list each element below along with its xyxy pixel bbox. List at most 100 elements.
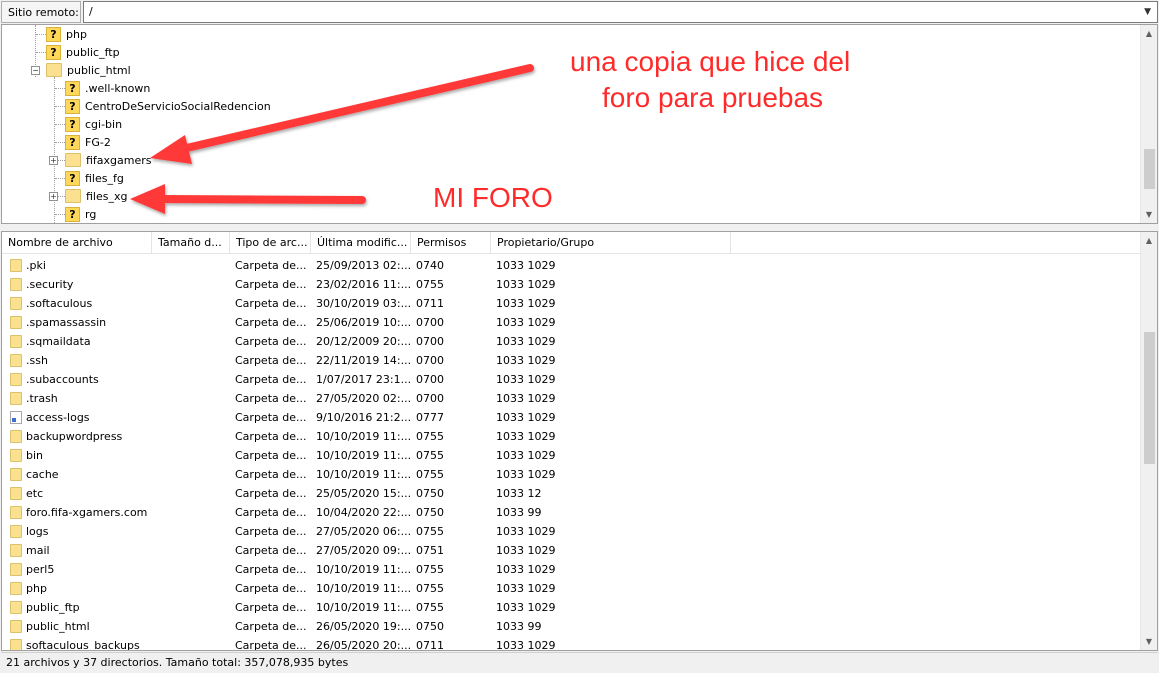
filename-text: public_ftp	[26, 601, 80, 614]
annotation-copy-line1: una copia que hice del	[570, 46, 851, 77]
cell-owner: 1033 1029	[496, 639, 556, 651]
cell-owner: 1033 1029	[496, 430, 556, 443]
cell-type: Carpeta de...	[235, 639, 307, 651]
cell-permissions: 0750	[416, 620, 444, 633]
folder-icon	[10, 392, 22, 405]
column-header-filename[interactable]: Nombre de archivo	[2, 232, 152, 254]
filename-text: .security	[26, 278, 74, 291]
filename-text: logs	[26, 525, 49, 538]
table-row[interactable]: .sqmaildata Carpeta de... 20/12/2009 20:..…	[2, 332, 1142, 351]
cell-owner: 1033 1029	[496, 601, 556, 614]
table-row[interactable]: logs Carpeta de... 27/05/2020 06:... 0755 10…	[2, 522, 1142, 541]
remote-file-list[interactable]: Nombre de archivo Tamaño d... Tipo de ar…	[1, 231, 1158, 651]
folder-icon	[10, 316, 22, 329]
cell-permissions: 0700	[416, 316, 444, 329]
column-header-size[interactable]: Tamaño d...	[152, 232, 230, 254]
folder-icon	[10, 354, 22, 367]
filename-text: .softaculous	[26, 297, 93, 310]
table-row[interactable]: .spamassassin Carpeta de... 25/06/2019 10:…	[2, 313, 1142, 332]
table-row[interactable]: bin Carpeta de... 10/10/2019 11:... 0755 103…	[2, 446, 1142, 465]
cell-filename: softaculous_backups	[2, 639, 152, 651]
table-row[interactable]: .softaculous Carpeta de... 30/10/2019 03:.…	[2, 294, 1142, 313]
cell-type: Carpeta de...	[235, 316, 307, 329]
cell-filename: .spamassassin	[2, 316, 152, 329]
file-list-scrollbar-thumb[interactable]	[1144, 332, 1155, 464]
folder-icon	[10, 506, 22, 519]
table-row[interactable]: foro.fifa-xgamers.com Carpeta de... 10/04/…	[2, 503, 1142, 522]
table-row[interactable]: public_ftp Carpeta de... 10/10/2019 11:...…	[2, 598, 1142, 617]
cell-filename: cache	[2, 468, 152, 481]
folder-icon	[10, 335, 22, 348]
filename-text: foro.fifa-xgamers.com	[26, 506, 148, 519]
file-list-scrollbar[interactable]: ▲ ▼	[1140, 232, 1157, 650]
folder-icon	[10, 601, 22, 614]
folder-icon	[10, 544, 22, 557]
cell-type: Carpeta de...	[235, 354, 307, 367]
cell-owner: 1033 99	[496, 620, 542, 633]
cell-filename: public_ftp	[2, 601, 152, 614]
table-row[interactable]: php Carpeta de... 10/10/2019 11:... 0755 103…	[2, 579, 1142, 598]
table-row[interactable]: mail Carpeta de... 27/05/2020 09:... 0751 10…	[2, 541, 1142, 560]
table-row[interactable]: .subaccounts Carpeta de... 1/07/2017 23:1.…	[2, 370, 1142, 389]
column-header-owner[interactable]: Propietario/Grupo	[491, 232, 731, 254]
table-row[interactable]: backupwordpress Carpeta de... 10/10/2019 1…	[2, 427, 1142, 446]
filename-text: mail	[26, 544, 50, 557]
scroll-up-icon[interactable]: ▲	[1141, 232, 1157, 249]
table-row[interactable]: .ssh Carpeta de... 22/11/2019 14:... 0700 10…	[2, 351, 1142, 370]
cell-filename: .ssh	[2, 354, 152, 367]
cell-permissions: 0700	[416, 354, 444, 367]
table-row[interactable]: perl5 Carpeta de... 10/10/2019 11:... 0755 1…	[2, 560, 1142, 579]
annotation-copy-line2: foro para pruebas	[602, 82, 824, 113]
cell-owner: 1033 1029	[496, 411, 556, 424]
table-row[interactable]: .trash Carpeta de... 27/05/2020 02:... 0700…	[2, 389, 1142, 408]
cell-type: Carpeta de...	[235, 373, 307, 386]
filename-text: .ssh	[26, 354, 48, 367]
link-icon	[10, 411, 22, 424]
table-row[interactable]: softaculous_backups Carpeta de... 26/05/20…	[2, 636, 1142, 651]
column-header-permissions[interactable]: Permisos	[411, 232, 491, 254]
cell-modified: 27/05/2020 02:...	[316, 392, 411, 405]
cell-permissions: 0700	[416, 373, 444, 386]
cell-modified: 25/09/2013 02:...	[316, 259, 411, 272]
cell-type: Carpeta de...	[235, 449, 307, 462]
cell-owner: 1033 1029	[496, 468, 556, 481]
filename-text: public_html	[26, 620, 90, 633]
scroll-down-icon[interactable]: ▼	[1141, 633, 1157, 650]
table-row[interactable]: access-logs Carpeta de... 9/10/2016 21:2..…	[2, 408, 1142, 427]
table-row[interactable]: cache Carpeta de... 10/10/2019 11:... 0755 1…	[2, 465, 1142, 484]
annotation-mine: MI FORO	[433, 182, 553, 213]
cell-filename: mail	[2, 544, 152, 557]
cell-type: Carpeta de...	[235, 392, 307, 405]
column-header-type[interactable]: Tipo de arc...	[230, 232, 311, 254]
table-row[interactable]: etc Carpeta de... 25/05/2020 15:... 0750 103…	[2, 484, 1142, 503]
cell-owner: 1033 1029	[496, 259, 556, 272]
cell-permissions: 0700	[416, 392, 444, 405]
cell-modified: 10/04/2020 22:...	[316, 506, 411, 519]
cell-owner: 1033 1029	[496, 582, 556, 595]
cell-modified: 26/05/2020 20:...	[316, 639, 411, 651]
table-row[interactable]: public_html Carpeta de... 26/05/2020 19:..…	[2, 617, 1142, 636]
table-row[interactable]: .pki Carpeta de... 25/09/2013 02:... 0740 10…	[2, 256, 1142, 275]
table-row[interactable]: .security Carpeta de... 23/02/2016 11:... 0…	[2, 275, 1142, 294]
cell-permissions: 0711	[416, 639, 444, 651]
cell-permissions: 0751	[416, 544, 444, 557]
column-header-modified[interactable]: Última modific...	[311, 232, 411, 254]
cell-type: Carpeta de...	[235, 297, 307, 310]
filename-text: perl5	[26, 563, 55, 576]
folder-icon	[10, 278, 22, 291]
filename-text: .pki	[26, 259, 46, 272]
cell-permissions: 0755	[416, 278, 444, 291]
filename-text: etc	[26, 487, 44, 500]
cell-permissions: 0777	[416, 411, 444, 424]
filename-text: softaculous_backups	[26, 639, 140, 651]
cell-permissions: 0755	[416, 449, 444, 462]
cell-owner: 1033 1029	[496, 278, 556, 291]
cell-owner: 1033 1029	[496, 297, 556, 310]
folder-icon	[10, 620, 22, 633]
cell-modified: 27/05/2020 06:...	[316, 525, 411, 538]
cell-owner: 1033 12	[496, 487, 542, 500]
filename-text: backupwordpress	[26, 430, 123, 443]
cell-owner: 1033 1029	[496, 563, 556, 576]
arrow-to-fifaxgamers	[150, 64, 534, 164]
folder-icon	[10, 525, 22, 538]
